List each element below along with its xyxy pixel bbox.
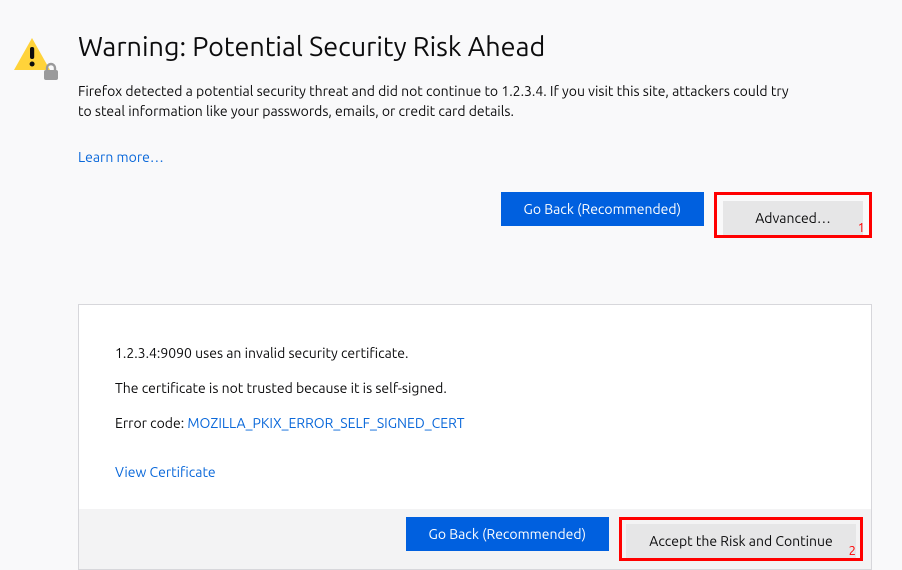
go-back-button-2[interactable]: Go Back (Recommended) [406, 517, 609, 551]
advanced-details-panel: 1.2.3.4:9090 uses an invalid security ce… [78, 304, 872, 570]
annotation-box-1: Advanced… 1 [714, 192, 872, 238]
error-code-link[interactable]: MOZILLA_PKIX_ERROR_SELF_SIGNED_CERT [187, 415, 464, 431]
annotation-number-1: 1 [858, 222, 865, 235]
annotation-number-2: 2 [849, 545, 856, 558]
error-code-line: Error code: MOZILLA_PKIX_ERROR_SELF_SIGN… [115, 413, 835, 434]
warning-lock-icon [10, 34, 60, 84]
cert-reason: The certificate is not trusted because i… [115, 378, 835, 399]
advanced-button[interactable]: Advanced… [723, 201, 863, 235]
main-content: Warning: Potential Security Risk Ahead F… [78, 30, 872, 570]
accept-risk-button[interactable]: Accept the Risk and Continue [626, 524, 856, 558]
invalid-cert-message: 1.2.3.4:9090 uses an invalid security ce… [115, 343, 835, 364]
annotation-box-2: Accept the Risk and Continue 2 [619, 517, 863, 561]
go-back-button[interactable]: Go Back (Recommended) [501, 192, 704, 226]
learn-more-link[interactable]: Learn more… [78, 149, 164, 165]
page-title: Warning: Potential Security Risk Ahead [78, 30, 872, 65]
view-certificate-link[interactable]: View Certificate [115, 462, 216, 483]
warning-description: Firefox detected a potential security th… [78, 81, 798, 122]
